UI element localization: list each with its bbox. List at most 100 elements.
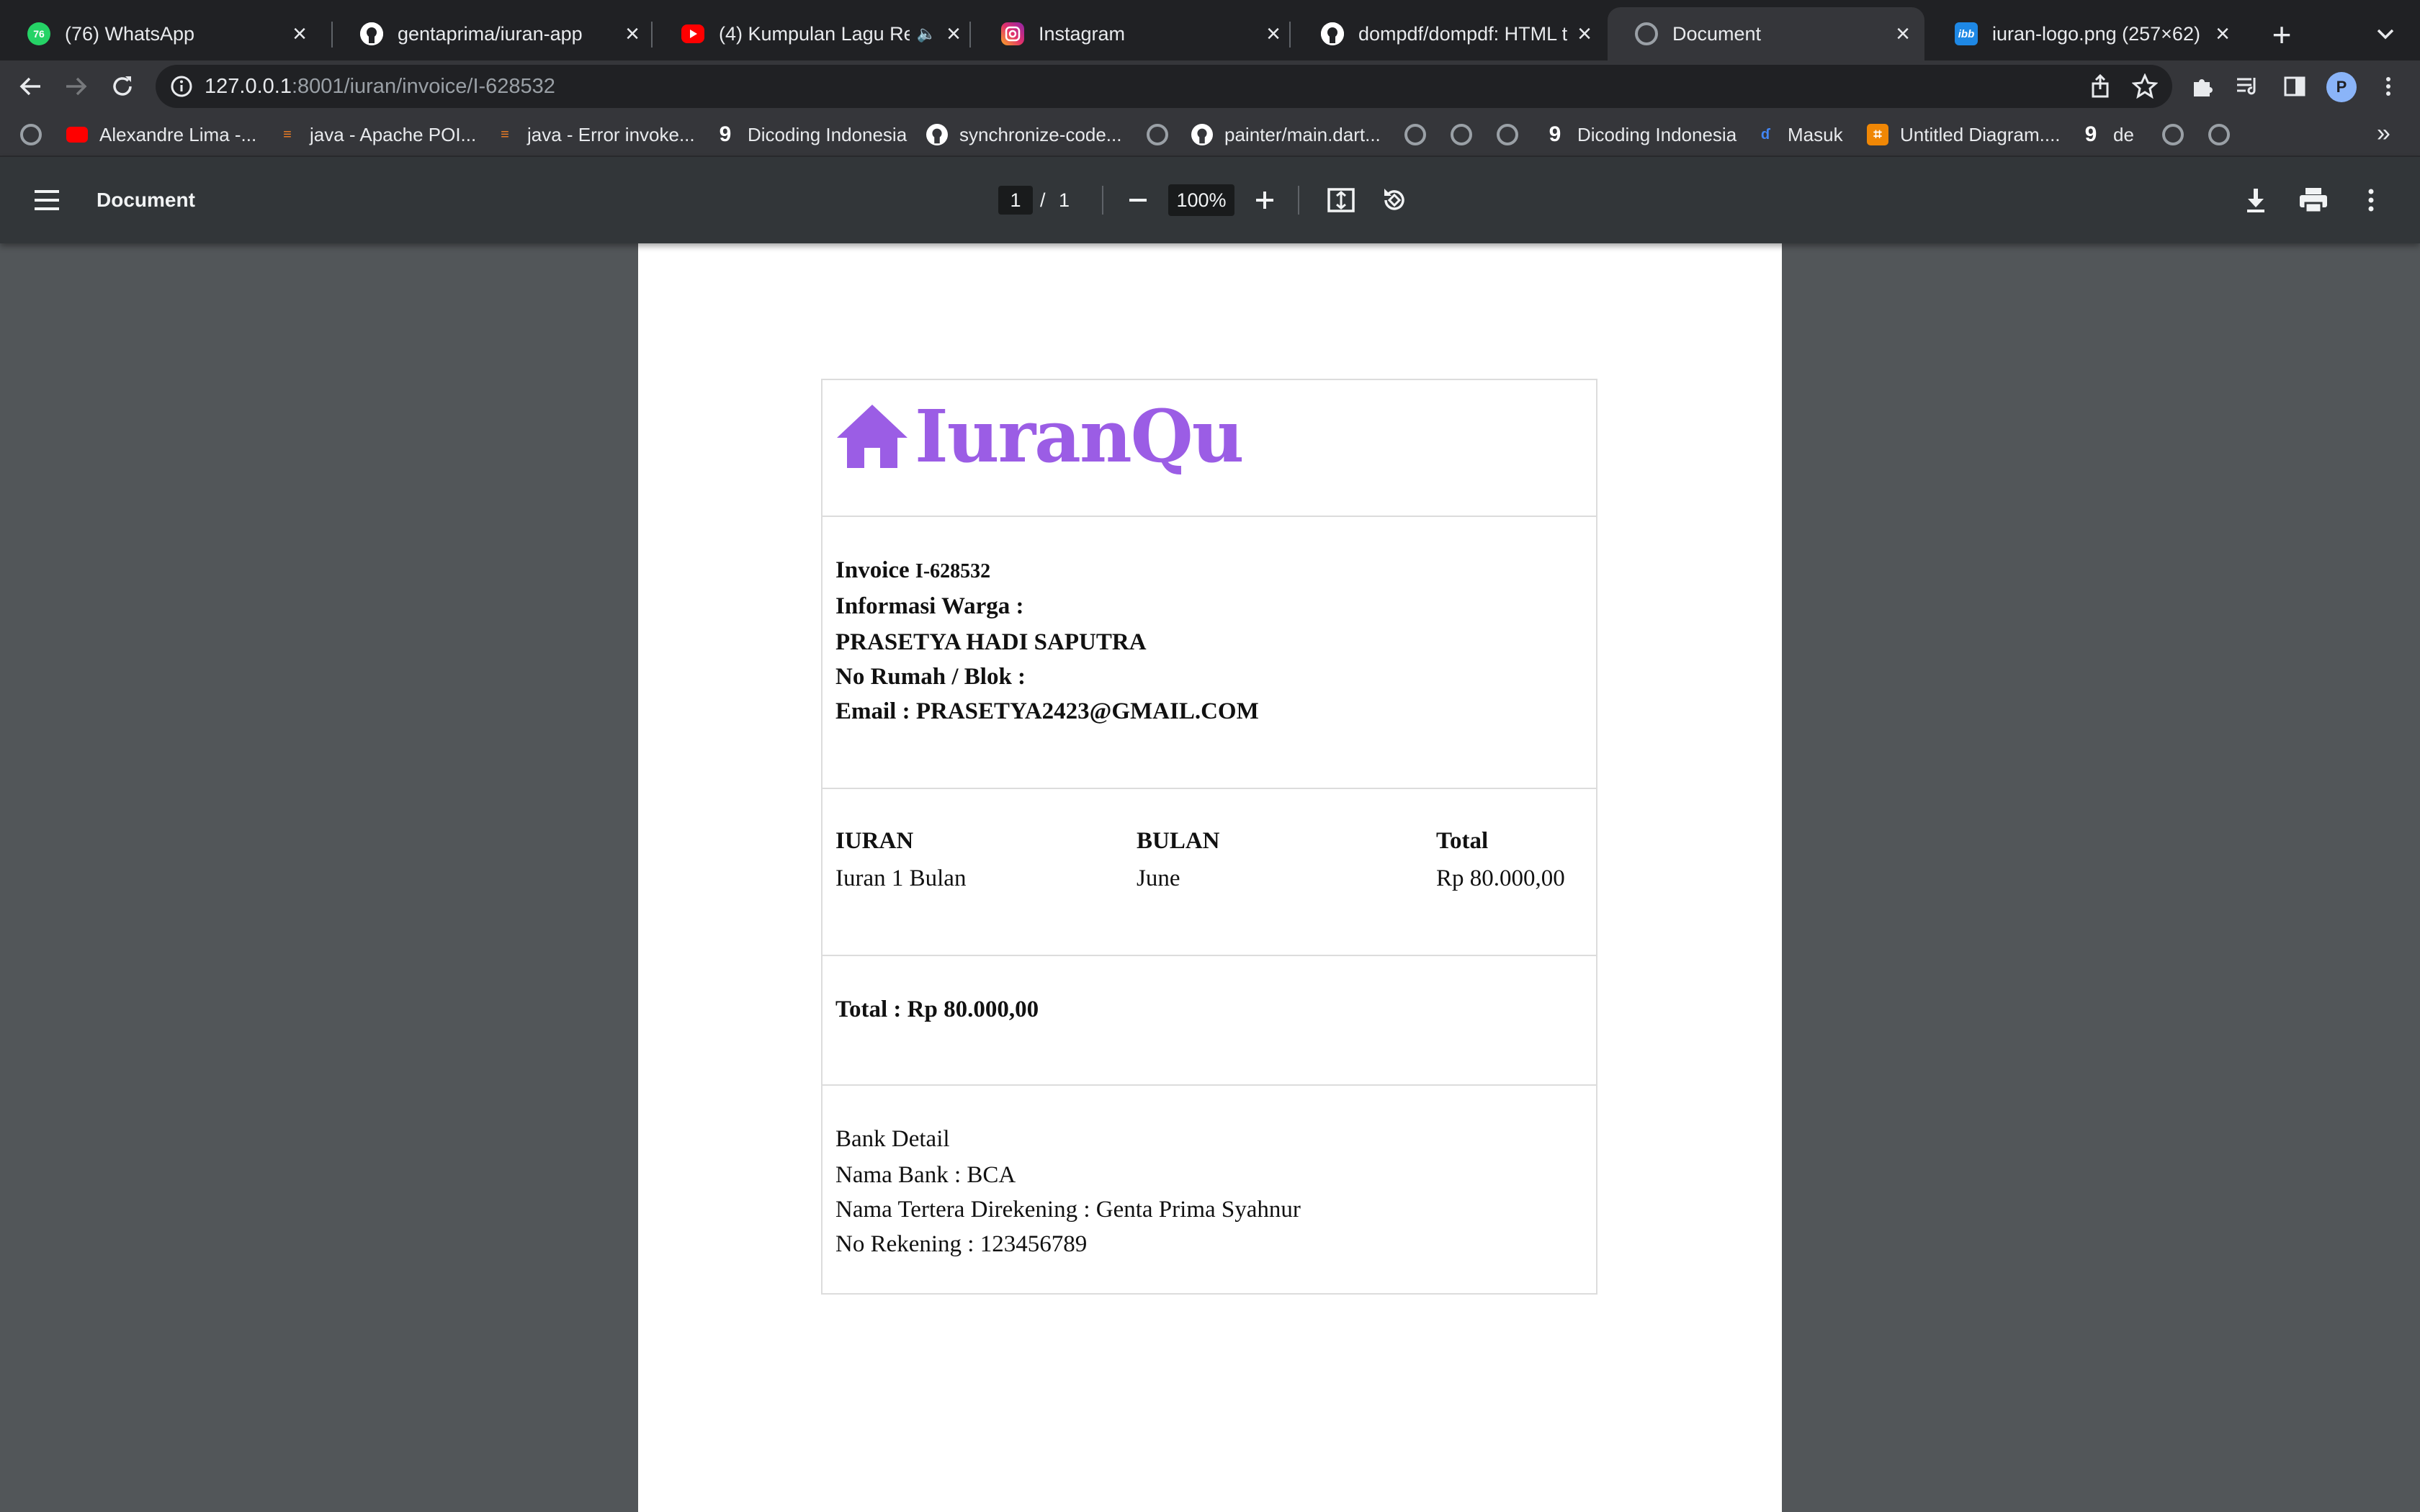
close-icon[interactable]: × bbox=[2215, 20, 2230, 48]
invoice-label: Invoice bbox=[835, 557, 910, 583]
whatsapp-icon: 76 bbox=[27, 22, 50, 45]
globe-icon[interactable] bbox=[2208, 124, 2230, 145]
globe-icon[interactable] bbox=[20, 124, 42, 145]
bookmark-label: java - Error invoke... bbox=[527, 123, 695, 145]
tab-search-chevron-icon[interactable] bbox=[2370, 19, 2401, 50]
zoom-level-input[interactable]: 100% bbox=[1168, 184, 1234, 216]
bookmark-item[interactable]: ≡ java - Error invoke... bbox=[494, 122, 695, 147]
tab-title: (4) Kumpulan Lagu Reg bbox=[719, 22, 910, 45]
page-total: 1 bbox=[1059, 189, 1070, 211]
tab-youtube[interactable]: (4) Kumpulan Lagu Reg 🔈 × bbox=[654, 7, 975, 60]
globe-icon[interactable] bbox=[2162, 124, 2184, 145]
divider bbox=[1102, 186, 1103, 215]
logo-text: IuranQu bbox=[915, 394, 1244, 479]
share-icon[interactable] bbox=[2087, 73, 2113, 99]
close-icon[interactable]: × bbox=[1577, 20, 1592, 48]
star-icon[interactable] bbox=[2132, 73, 2158, 99]
instagram-icon bbox=[1001, 22, 1024, 45]
bookmark-item[interactable]: 9 Dicoding Indonesia bbox=[1544, 122, 1737, 147]
browser-toolbar: 127.0.0.1:8001/iuran/invoice/I-628532 bbox=[0, 60, 2420, 112]
bookmark-item[interactable]: ⌗ Untitled Diagram.... bbox=[1867, 122, 2061, 147]
address-bar[interactable]: 127.0.0.1:8001/iuran/invoice/I-628532 bbox=[156, 65, 2172, 108]
bookmark-item[interactable]: ɗ Masuk bbox=[1754, 122, 1843, 147]
globe-icon[interactable] bbox=[1147, 124, 1168, 145]
extensions-puzzle-icon[interactable] bbox=[2190, 73, 2215, 99]
github-icon bbox=[360, 22, 383, 45]
bookmarks-overflow-button[interactable]: » bbox=[2377, 120, 2390, 148]
globe-icon[interactable] bbox=[1497, 124, 1518, 145]
bookmark-item[interactable]: Alexandre Lima -... bbox=[66, 122, 256, 147]
item-iuran: Iuran 1 Bulan bbox=[835, 865, 967, 891]
resident-email: Email : PRASETYA2423@GMAIL.COM bbox=[835, 698, 1259, 724]
tab-github-dompdf[interactable]: dompdf/dompdf: HTML to P × bbox=[1294, 7, 1606, 60]
stackoverflow-icon: ≡ bbox=[283, 126, 292, 143]
column-header-bulan: BULAN bbox=[1137, 828, 1220, 854]
info-icon[interactable] bbox=[170, 75, 193, 98]
bank-account-number: No Rekening : 123456789 bbox=[835, 1231, 1088, 1257]
fit-to-page-icon[interactable] bbox=[1327, 186, 1355, 215]
page-number-input[interactable]: 1 bbox=[998, 186, 1033, 215]
reload-icon bbox=[113, 76, 132, 96]
close-icon[interactable]: × bbox=[625, 20, 640, 48]
globe-icon[interactable] bbox=[1451, 124, 1472, 145]
house-block-label: No Rumah / Blok : bbox=[835, 664, 1026, 690]
tab-github-iuran-app[interactable]: gentaprima/iuran-app × bbox=[333, 7, 654, 60]
more-actions-icon[interactable] bbox=[2357, 186, 2385, 215]
bookmark-label: Dicoding Indonesia bbox=[1577, 123, 1737, 145]
zoom-in-icon[interactable] bbox=[1250, 186, 1279, 215]
tab-imgbb[interactable]: ibb iuran-logo.png (257×62) × bbox=[1927, 7, 2244, 60]
iuranqu-logo: IuranQu bbox=[835, 393, 1244, 480]
youtube-icon bbox=[66, 127, 88, 143]
tab-title: dompdf/dompdf: HTML to P bbox=[1358, 22, 1568, 45]
globe-icon[interactable] bbox=[1404, 124, 1426, 145]
invoice-logo-section: IuranQu bbox=[823, 380, 1596, 517]
tab-separator bbox=[969, 22, 971, 48]
side-panel-icon[interactable] bbox=[2282, 73, 2308, 99]
page-separator: / bbox=[1040, 189, 1046, 211]
url-text[interactable]: 127.0.0.1:8001/iuran/invoice/I-628532 bbox=[205, 65, 555, 108]
hamburger-menu-icon[interactable] bbox=[33, 187, 60, 213]
new-tab-button[interactable]: + bbox=[2262, 14, 2302, 55]
download-icon[interactable] bbox=[2241, 186, 2270, 215]
grand-total: Total : Rp 80.000,00 bbox=[835, 996, 1039, 1022]
dicoding-icon: 9 bbox=[719, 122, 732, 146]
bookmarks-bar: Alexandre Lima -... ≡ java - Apache POI..… bbox=[0, 112, 2420, 157]
document-title: Document bbox=[97, 189, 195, 211]
print-icon[interactable] bbox=[2298, 186, 2329, 215]
url-path: :8001/iuran/invoice/I-628532 bbox=[291, 75, 555, 98]
close-icon[interactable]: × bbox=[946, 20, 961, 48]
profile-avatar[interactable]: P bbox=[2326, 72, 2357, 102]
item-bulan: June bbox=[1137, 865, 1180, 891]
zoom-out-icon[interactable] bbox=[1124, 186, 1152, 215]
bookmark-item[interactable]: 9 Dicoding Indonesia bbox=[714, 122, 908, 147]
tab-instagram[interactable]: Instagram × bbox=[974, 7, 1295, 60]
tab-separator bbox=[651, 22, 653, 48]
drawio-icon: ⌗ bbox=[1867, 124, 1888, 145]
tab-whatsapp[interactable]: 76 (76) WhatsApp × bbox=[0, 7, 321, 60]
bookmark-item[interactable]: synchronize-code... bbox=[926, 122, 1121, 147]
tab-title: Instagram bbox=[1039, 22, 1126, 45]
bookmark-label: Alexandre Lima -... bbox=[99, 123, 257, 145]
youtube-icon bbox=[681, 24, 704, 43]
close-icon[interactable]: × bbox=[292, 20, 307, 48]
bookmark-item[interactable]: painter/main.dart... bbox=[1191, 122, 1381, 147]
close-icon[interactable]: × bbox=[1266, 20, 1281, 48]
bookmark-item[interactable]: 9 de bbox=[2080, 122, 2134, 147]
back-button[interactable] bbox=[13, 69, 48, 104]
github-icon bbox=[926, 124, 948, 145]
forward-button[interactable] bbox=[59, 69, 94, 104]
tab-document-active[interactable]: Document × bbox=[1608, 7, 1924, 60]
speaker-icon[interactable]: 🔈 bbox=[917, 24, 936, 43]
bank-account-holder: Nama Tertera Direkening : Genta Prima Sy… bbox=[835, 1197, 1301, 1223]
close-icon[interactable]: × bbox=[1896, 20, 1910, 48]
bank-detail-section: Bank Detail Nama Bank : BCA Nama Tertera… bbox=[823, 1086, 1596, 1293]
globe-icon bbox=[1635, 22, 1658, 45]
rotate-icon[interactable] bbox=[1379, 184, 1410, 216]
tab-title: iuran-logo.png (257×62) bbox=[1992, 22, 2200, 45]
reading-list-icon[interactable] bbox=[2234, 73, 2260, 99]
bookmark-label: de bbox=[2113, 123, 2134, 145]
arrow-left-icon bbox=[19, 77, 40, 96]
kebab-menu-icon[interactable] bbox=[2375, 73, 2401, 99]
bookmark-item[interactable]: ≡ java - Apache POI... bbox=[277, 122, 476, 147]
reload-button[interactable] bbox=[105, 69, 140, 104]
